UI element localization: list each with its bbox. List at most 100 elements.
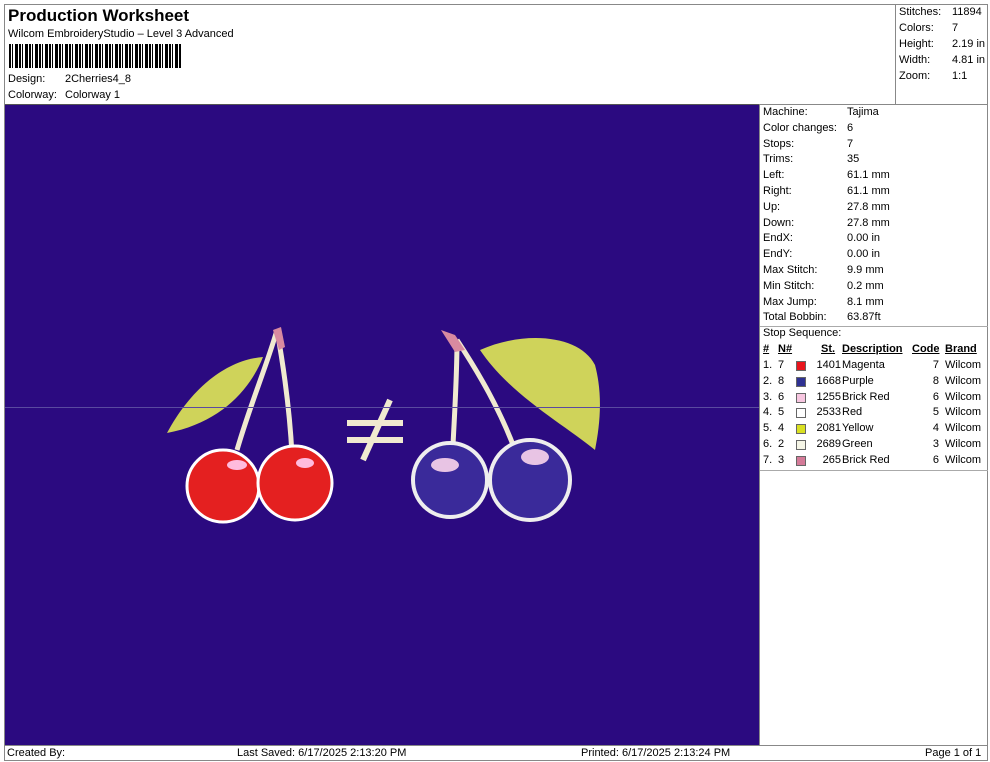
needle-number: 3: [778, 453, 785, 466]
colorway-label: Colorway:: [8, 89, 57, 101]
brand: Wilcom: [945, 422, 982, 435]
stat-label: Stitches:: [899, 6, 942, 18]
machine-value: 8.1 mm: [847, 295, 884, 308]
color-code: 6: [932, 453, 939, 466]
stitch-count: 1668: [816, 374, 841, 387]
stitch-count: 1255: [816, 390, 841, 403]
created-by: Created By:: [7, 747, 66, 759]
color-code: 8: [932, 374, 939, 387]
software-name: Wilcom EmbroideryStudio – Level 3 Advanc…: [8, 28, 234, 40]
machine-label: Right:: [763, 185, 792, 197]
brand: Wilcom: [945, 390, 982, 403]
machine-label: Up:: [763, 200, 781, 213]
machine-value: Tajima: [847, 106, 879, 118]
brand: Wilcom: [945, 374, 982, 387]
machine-value: 61.1 mm: [847, 169, 890, 182]
needle-number: 5: [778, 406, 785, 419]
machine-row: Left: 61.1 mm: [763, 169, 890, 182]
color-code: 3: [932, 438, 939, 450]
stat-row: Colors: 7: [899, 22, 958, 34]
machine-row: Max Jump: 8.1 mm: [763, 296, 884, 308]
machine-row: Max Stitch: 9.9 mm: [763, 264, 884, 276]
machine-value: 63.87ft: [847, 311, 881, 324]
machine-value: 61.1 mm: [847, 185, 890, 197]
stat-value: 11894: [952, 6, 982, 18]
not-equal-sign: [347, 398, 403, 462]
stitch-count: 2689: [816, 438, 841, 450]
machine-label: EndX:: [763, 232, 793, 245]
footer: Created By: Last Saved: 6/17/2025 2:13:2…: [5, 745, 988, 761]
stop-row: 3. 6 1255 Brick Red 6 Wilcom: [760, 391, 989, 407]
red-cherries: [167, 327, 334, 524]
machine-row: Total Bobbin: 63.87ft: [763, 311, 881, 324]
machine-row: EndX: 0.00 in: [763, 232, 880, 245]
stat-value: 4.81 in: [952, 54, 986, 66]
stat-value: 7: [952, 22, 959, 34]
stat-row: Zoom: 1:1: [899, 70, 967, 82]
color-description: Red: [842, 406, 863, 419]
machine-value: 27.8 mm: [847, 216, 890, 229]
stop-number: 6.: [763, 438, 773, 450]
brand: Wilcom: [945, 438, 982, 450]
machine-label: Down:: [763, 216, 795, 229]
colorway-value: Colorway 1: [65, 89, 121, 101]
stop-row: 2. 8 1668 Purple 8 Wilcom: [760, 375, 989, 391]
machine-value: 27.8 mm: [847, 200, 890, 213]
stop-row: 6. 2 2689 Green 3 Wilcom: [760, 438, 989, 454]
design-canvas: [5, 104, 759, 745]
color-description: Magenta: [842, 359, 885, 371]
machine-label: Left:: [763, 169, 785, 182]
stop-row: 5. 4 2081 Yellow 4 Wilcom: [760, 422, 989, 438]
machine-row: Right: 61.1 mm: [763, 185, 890, 197]
machine-row: Color changes: 6: [763, 121, 853, 134]
machine-label: EndY:: [763, 248, 793, 261]
stitch-count: 2081: [816, 422, 841, 435]
machine-label: Stops:: [763, 137, 795, 150]
machine-row: EndY: 0.00 in: [763, 248, 880, 261]
machine-row: Up: 27.8 mm: [763, 200, 890, 213]
needle-number: 2: [778, 438, 785, 450]
machine-label: Machine:: [763, 106, 808, 118]
page-number: Page 1 of 1: [925, 747, 982, 759]
stop-number: 1.: [763, 359, 773, 371]
needle-number: 4: [778, 422, 785, 435]
machine-label: Min Stitch:: [763, 279, 815, 292]
cherries-design: [167, 327, 600, 524]
divider: [760, 470, 988, 471]
machine-label: Total Bobbin:: [763, 311, 827, 324]
col-code: Code: [912, 343, 940, 355]
brand: Wilcom: [945, 453, 982, 466]
stat-value: 2.19 in: [952, 38, 986, 50]
page-title: Production Worksheet: [8, 6, 190, 25]
color-swatch: [796, 440, 806, 450]
color-code: 6: [932, 390, 939, 403]
needle-number: 8: [778, 374, 785, 387]
printed-date: Printed: 6/17/2025 2:13:24 PM: [581, 747, 731, 759]
last-saved: Last Saved: 6/17/2025 2:13:20 PM: [237, 747, 407, 759]
stat-label: Colors:: [899, 22, 934, 34]
machine-value: 0.00 in: [847, 248, 881, 261]
stat-value: 1:1: [952, 70, 968, 82]
color-swatch: [796, 455, 806, 466]
brand: Wilcom: [945, 406, 982, 419]
stop-row: 1. 7 1401 Magenta 7 Wilcom: [760, 359, 989, 375]
col-num: #: [763, 343, 770, 355]
stop-number: 7.: [763, 453, 773, 466]
machine-row: Stops: 7: [763, 137, 853, 150]
stitch-count: 2533: [816, 406, 841, 419]
machine-row: Min Stitch: 0.2 mm: [763, 279, 884, 292]
stop-number: 2.: [763, 374, 773, 387]
machine-label: Max Stitch:: [763, 264, 818, 276]
color-description: Green: [842, 438, 873, 450]
stop-row: 7. 3 265 Brick Red 6 Wilcom: [760, 454, 989, 470]
stop-sequence-label: Stop Sequence:: [763, 327, 842, 339]
machine-label: Color changes:: [763, 121, 837, 134]
col-st: St.: [821, 343, 836, 355]
needle-number: 6: [778, 390, 785, 403]
col-brand: Brand: [945, 343, 977, 355]
color-code: 4: [932, 422, 939, 435]
design-row: Design: 2Cherries4_8: [8, 73, 131, 85]
stat-row: Height: 2.19 in: [899, 38, 985, 50]
stop-number: 5.: [763, 422, 773, 435]
machine-value: 7: [847, 137, 854, 150]
